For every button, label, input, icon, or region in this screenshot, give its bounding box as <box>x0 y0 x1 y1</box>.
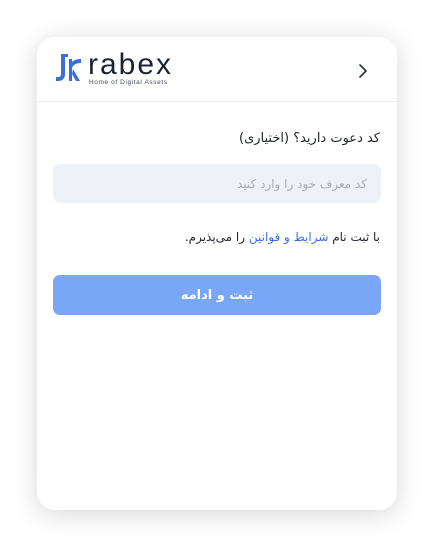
card-header: rabex Home of Digital Assets <box>37 37 397 102</box>
brand-tagline: Home of Digital Assets <box>89 79 168 86</box>
brand-name: rabex <box>88 48 174 81</box>
rabex-logo-mark-icon <box>56 54 81 81</box>
terms-statement: با ثبت نام شرایط و قوانین را می‌پذیرم. <box>185 230 380 244</box>
terms-suffix: را می‌پذیرم. <box>184 230 249 244</box>
invite-code-input[interactable] <box>53 164 381 203</box>
submit-continue-button[interactable]: ثبت و ادامه <box>53 275 381 315</box>
terms-prefix: با ثبت نام <box>328 230 380 244</box>
brand-logo: rabex Home of Digital Assets <box>55 48 185 91</box>
invite-code-label: کد دعوت دارید؟ (اختیاری) <box>239 131 380 146</box>
chevron-right-icon <box>359 64 367 78</box>
back-button[interactable] <box>349 59 377 83</box>
terms-link[interactable]: شرایط و قوانین <box>249 230 329 244</box>
signup-card: rabex Home of Digital Assets کد دعوت دار… <box>37 37 397 510</box>
